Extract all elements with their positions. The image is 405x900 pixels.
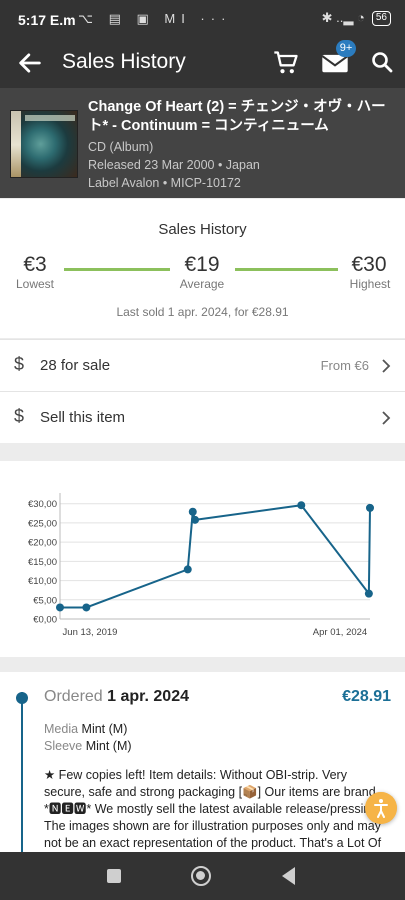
timeline-dot: [16, 692, 28, 704]
range-line-left: [64, 268, 170, 271]
average-label: Average: [179, 277, 225, 291]
highest-label: Highest: [349, 277, 391, 291]
release-header[interactable]: Change Of Heart (2) = チェンジ・オヴ・ハート* - Con…: [0, 88, 405, 198]
system-icons: ✱ ..▂ ◔: [321, 10, 365, 25]
release-format: CD (Album): [88, 140, 154, 154]
seller-comments: ★ Few copies left! Item details: Without…: [44, 768, 382, 850]
sales-chart: €30,00 €25,00 €20,00 €15,00 €10,00 €5,00 €0,00…: [0, 461, 405, 657]
sales-summary: Sales History €3 Lowest €19 Average €30 …: [0, 199, 405, 338]
y-tick-label: €15,00: [28, 557, 57, 568]
page-title: Sales History: [62, 50, 186, 73]
highest-price: €30: [351, 253, 387, 276]
x-tick-label: Apr 01, 2024: [313, 627, 367, 638]
home-icon[interactable]: [191, 866, 211, 886]
dollar-icon: $: [14, 354, 25, 374]
search-icon[interactable]: [370, 50, 394, 74]
series-line: [60, 504, 371, 609]
data-point: [191, 515, 200, 524]
chevron-right-icon: [382, 411, 391, 425]
clock: 5:17 E.m: [18, 12, 76, 28]
data-point: [56, 603, 64, 612]
back-arrow-icon[interactable]: [16, 49, 44, 77]
summary-title: Sales History: [158, 221, 247, 238]
data-point: [183, 565, 192, 574]
data-point: [82, 603, 91, 612]
last-sold-text: Last sold 1 apr. 2024, for €28.91: [116, 305, 289, 319]
data-point: [188, 507, 197, 516]
data-point: [364, 589, 373, 598]
y-tick-label: €0,00: [33, 615, 57, 626]
album-cover: [10, 110, 78, 178]
data-point: [297, 501, 306, 510]
y-tick-label: €5,00: [33, 595, 57, 606]
y-tick-label: €20,00: [28, 538, 57, 549]
media-condition: Media Mint (M): [44, 722, 128, 736]
line-chart: €30,00 €25,00 €20,00 €15,00 €10,00 €5,00 €0,00…: [28, 493, 374, 638]
sleeve-condition: Sleeve Mint (M): [44, 739, 132, 753]
lowest-price: €3: [23, 253, 47, 276]
y-tick-label: €25,00: [28, 518, 57, 529]
sell-item-label: Sell this item: [40, 409, 126, 426]
dollar-icon: $: [14, 406, 25, 426]
back-icon[interactable]: [282, 867, 295, 885]
timeline-line: [21, 692, 23, 852]
app-bar: Sales History 9+: [0, 40, 405, 88]
y-tick-label: €30,00: [28, 499, 57, 510]
range-line-right: [235, 268, 338, 271]
x-tick-label: Jun 13, 2019: [63, 627, 118, 638]
for-sale-row[interactable]: $ 28 for sale From €6: [0, 339, 405, 391]
for-sale-label: 28 for sale: [40, 357, 111, 374]
recent-apps-icon[interactable]: [107, 869, 121, 883]
accessibility-icon[interactable]: [365, 792, 397, 824]
order-heading: Ordered 1 apr. 2024: [44, 688, 189, 705]
battery-icon: 56: [371, 10, 391, 26]
sell-item-row[interactable]: $ Sell this item: [0, 391, 405, 443]
system-nav-bar: [0, 852, 405, 900]
from-price: From €6: [320, 358, 369, 373]
status-bar: 5:17 E.m ⌥ ▤ ▣ MI ··· ✱ ..▂ ◔ 56: [0, 0, 405, 40]
release-date: Released 23 Mar 2000 • Japan: [88, 158, 260, 172]
mail-badge: 9+: [336, 40, 356, 57]
release-title: Change Of Heart (2) = チェンジ・オヴ・ハート* - Con…: [88, 99, 386, 134]
y-tick-label: €10,00: [28, 576, 57, 587]
data-point: [366, 503, 374, 512]
average-price: €19: [184, 253, 220, 276]
order-card: Ordered 1 apr. 2024 €28.91 Media Mint (M…: [0, 672, 405, 852]
release-label: Label Avalon • MICP-10172: [88, 176, 241, 190]
order-price: €28.91: [342, 688, 391, 705]
lowest-label: Lowest: [15, 277, 55, 291]
chevron-right-icon: [382, 359, 391, 373]
cart-icon[interactable]: [272, 49, 300, 77]
notification-icons: ⌥ ▤ ▣ MI ···: [78, 11, 232, 26]
